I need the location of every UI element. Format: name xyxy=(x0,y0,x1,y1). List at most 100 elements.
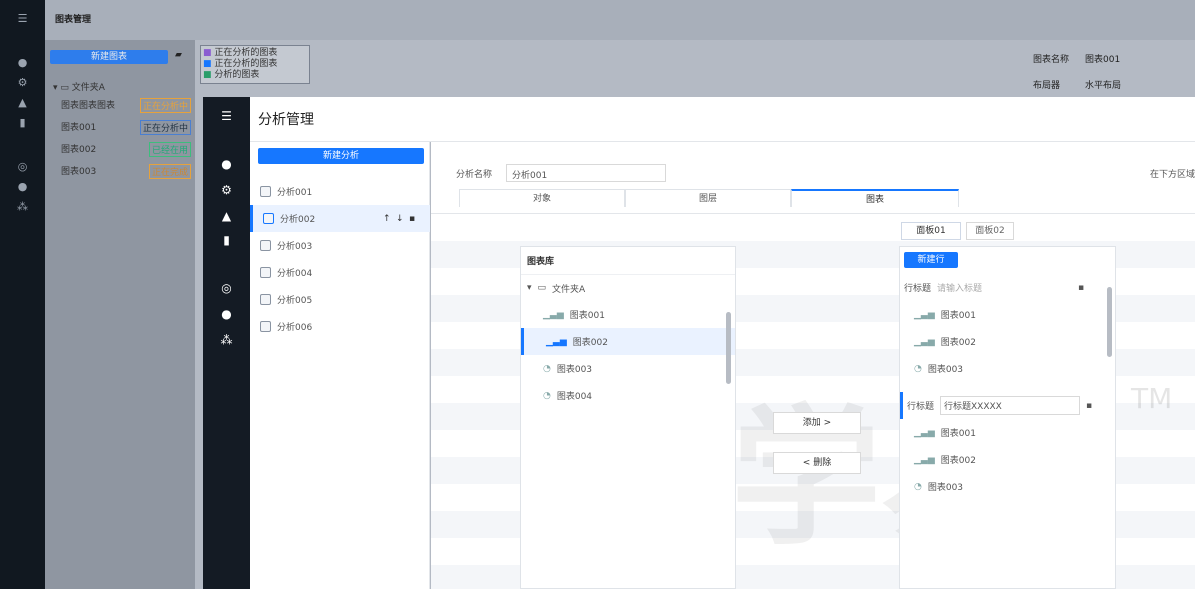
row-title-input[interactable]: 行标题XXXXX xyxy=(940,396,1081,415)
row-title-label: 行标题 xyxy=(907,402,935,412)
background-field-label: 布局器 xyxy=(1033,81,1061,91)
folder-icon: ▰ xyxy=(175,50,182,60)
document-icon xyxy=(260,294,271,305)
analysis-item-label: 分析003 xyxy=(277,242,313,252)
background-header: 图表管理 xyxy=(45,0,1195,40)
delete-icon[interactable]: ▪ xyxy=(409,214,415,224)
chart-icon: ▮ xyxy=(19,116,26,129)
row-chart-item[interactable]: ▁▃▅ 图表002 xyxy=(900,328,1115,355)
library-item[interactable]: ▁▃▅ 图表001 xyxy=(521,301,735,328)
library-item[interactable]: ◔ 图表004 xyxy=(521,382,735,409)
background-tree-item: 图表001 正在分析中 xyxy=(61,120,191,135)
folder-icon: ▭ xyxy=(537,283,547,293)
settings-icon: ⚙ xyxy=(17,76,28,89)
legend-item-label: 分析的图表 xyxy=(214,70,260,80)
row-chart-item[interactable]: ▁▃▅ 图表002 xyxy=(900,446,1115,473)
chevron-down-icon: ▾ xyxy=(527,283,532,293)
globe-icon[interactable]: ● xyxy=(203,307,250,321)
globe-icon: ● xyxy=(17,180,28,193)
row-chart-label: 图表001 xyxy=(940,429,976,439)
target-scrollbar[interactable] xyxy=(1107,287,1112,357)
row-chart-item[interactable]: ◔ 图表003 xyxy=(900,355,1115,382)
row-chart-label: 图表003 xyxy=(927,483,964,493)
analysis-name-input[interactable]: 分析001 xyxy=(506,164,666,182)
library-item-selected[interactable]: ▁▃▅ 图表002 xyxy=(521,328,735,355)
delete-icon[interactable]: ▪ xyxy=(1078,283,1084,293)
new-row-button[interactable]: 新建行 xyxy=(904,252,958,268)
user-icon[interactable]: ● xyxy=(203,157,250,171)
compass-icon[interactable]: ◎ xyxy=(203,281,250,295)
analysis-list-item[interactable]: 分析004 xyxy=(250,259,430,286)
tab-panel-02[interactable]: 面板02 xyxy=(966,222,1014,240)
background-tree-panel: 新建图表 ▰ ▾ ▭ 文件夹A 图表图表图表 正在分析中 图表001 正在分析中 图… xyxy=(45,40,195,589)
row-chart-item[interactable]: ▁▃▅ 图表001 xyxy=(900,419,1115,446)
library-item-label: 图表001 xyxy=(569,311,605,321)
legend-item: ■ 正在分析的图表 xyxy=(203,48,278,58)
library-item[interactable]: ◔ 图表003 xyxy=(521,355,735,382)
bar-chart-icon: ▁▃▅ xyxy=(914,336,935,347)
background-tree-item-tag: 正在完成 xyxy=(148,164,191,179)
org-icon: ⁂ xyxy=(17,200,28,213)
library-folder-label: 文件夹A xyxy=(552,284,586,295)
background-title: 图表管理 xyxy=(55,15,92,25)
analysis-list-item[interactable]: 分析001 xyxy=(250,178,430,205)
background-tree-item-label: 图表001 xyxy=(61,123,97,133)
library-item-label: 图表004 xyxy=(556,392,593,402)
tab-chart[interactable]: 图表 xyxy=(791,189,959,207)
analysis-list-item[interactable]: 分析006 xyxy=(250,313,430,340)
legend-item: ■ 正在分析的图表 xyxy=(203,59,278,69)
background-legend: ■ 正在分析的图表 ■ 正在分析的图表 ■ 分析的图表 xyxy=(200,45,310,84)
row-title-input[interactable]: 请输入标题 xyxy=(937,281,1072,294)
background-tree-item: 图表002 已经在用 xyxy=(61,142,191,157)
background-tree-item-tag: 已经在用 xyxy=(148,142,191,157)
bell-icon[interactable]: ▲ xyxy=(203,209,250,223)
analysis-list-item[interactable]: 分析005 xyxy=(250,286,430,313)
org-icon[interactable]: ⁂ xyxy=(203,333,250,347)
tab-layer[interactable]: 图层 xyxy=(625,189,791,207)
background-field-label: 图表名称 xyxy=(1033,55,1070,65)
analysis-item-label: 分析004 xyxy=(277,269,313,279)
background-tree-item-label: 图表003 xyxy=(61,167,97,177)
analysis-item-label: 分析005 xyxy=(277,296,313,306)
row-chart-item[interactable]: ◔ 图表003 xyxy=(900,473,1115,500)
library-scrollbar[interactable] xyxy=(726,312,731,384)
menu-collapse-icon[interactable]: ☰ xyxy=(203,109,250,123)
analysis-list-item[interactable]: 分析003 xyxy=(250,232,430,259)
background-tree-item-tag: 正在分析中 xyxy=(139,98,191,113)
new-analysis-button[interactable]: 新建分析 xyxy=(258,148,424,164)
menu-icon: ☰ xyxy=(17,12,28,25)
tab-panel-01[interactable]: 面板01 xyxy=(901,222,961,240)
background-tree-root-label: 文件夹A xyxy=(71,83,105,93)
chart-icon[interactable]: ▮ xyxy=(203,233,250,247)
delete-icon[interactable]: ▪ xyxy=(1086,401,1092,411)
add-button[interactable]: 添加 > xyxy=(773,412,861,434)
analysis-name-label: 分析名称 xyxy=(456,170,493,180)
analysis-item-label: 分析002 xyxy=(280,215,316,225)
background-tree-item-tag: 正在分析中 xyxy=(139,120,191,135)
user-icon: ● xyxy=(17,56,28,69)
tab-object[interactable]: 对象 xyxy=(459,189,625,207)
row-chart-item[interactable]: ▁▃▅ 图表001 xyxy=(900,301,1115,328)
remove-button[interactable]: < 删除 xyxy=(773,452,861,474)
analysis-list-panel: 新建分析 分析001 分析002 ↑ ↓ ▪ 分析003 分析004 分析005… xyxy=(250,142,430,589)
bar-chart-icon: ▁▃▅ xyxy=(914,427,935,438)
gauge-icon: ◔ xyxy=(914,363,922,374)
move-up-icon[interactable]: ↑ xyxy=(383,214,391,224)
target-panel: 新建行 行标题 请输入标题 ▪ ▁▃▅ 图表001 ▁▃▅ 图表002 ◔ 图表003 行… xyxy=(899,246,1116,589)
document-icon xyxy=(260,186,271,197)
bell-icon: ▲ xyxy=(18,96,27,109)
document-icon xyxy=(263,213,274,224)
library-item-label: 图表002 xyxy=(572,338,608,348)
library-folder[interactable]: ▾ ▭ 文件夹A xyxy=(521,274,735,301)
analysis-list-item-selected[interactable]: 分析002 ↑ ↓ ▪ xyxy=(250,205,430,232)
move-down-icon[interactable]: ↓ xyxy=(396,214,404,224)
settings-icon[interactable]: ⚙ xyxy=(203,183,250,197)
background-new-button: 新建图表 xyxy=(50,50,168,64)
bar-chart-icon: ▁▃▅ xyxy=(543,309,564,320)
library-item-label: 图表003 xyxy=(556,365,593,375)
background-tree-root: ▾ ▭ 文件夹A xyxy=(53,83,105,93)
row-chart-label: 图表002 xyxy=(940,456,976,466)
compass-icon: ◎ xyxy=(17,160,28,173)
background-field-value: 水平布局 xyxy=(1085,81,1122,91)
chart-library-title: 图表库 xyxy=(527,257,555,267)
